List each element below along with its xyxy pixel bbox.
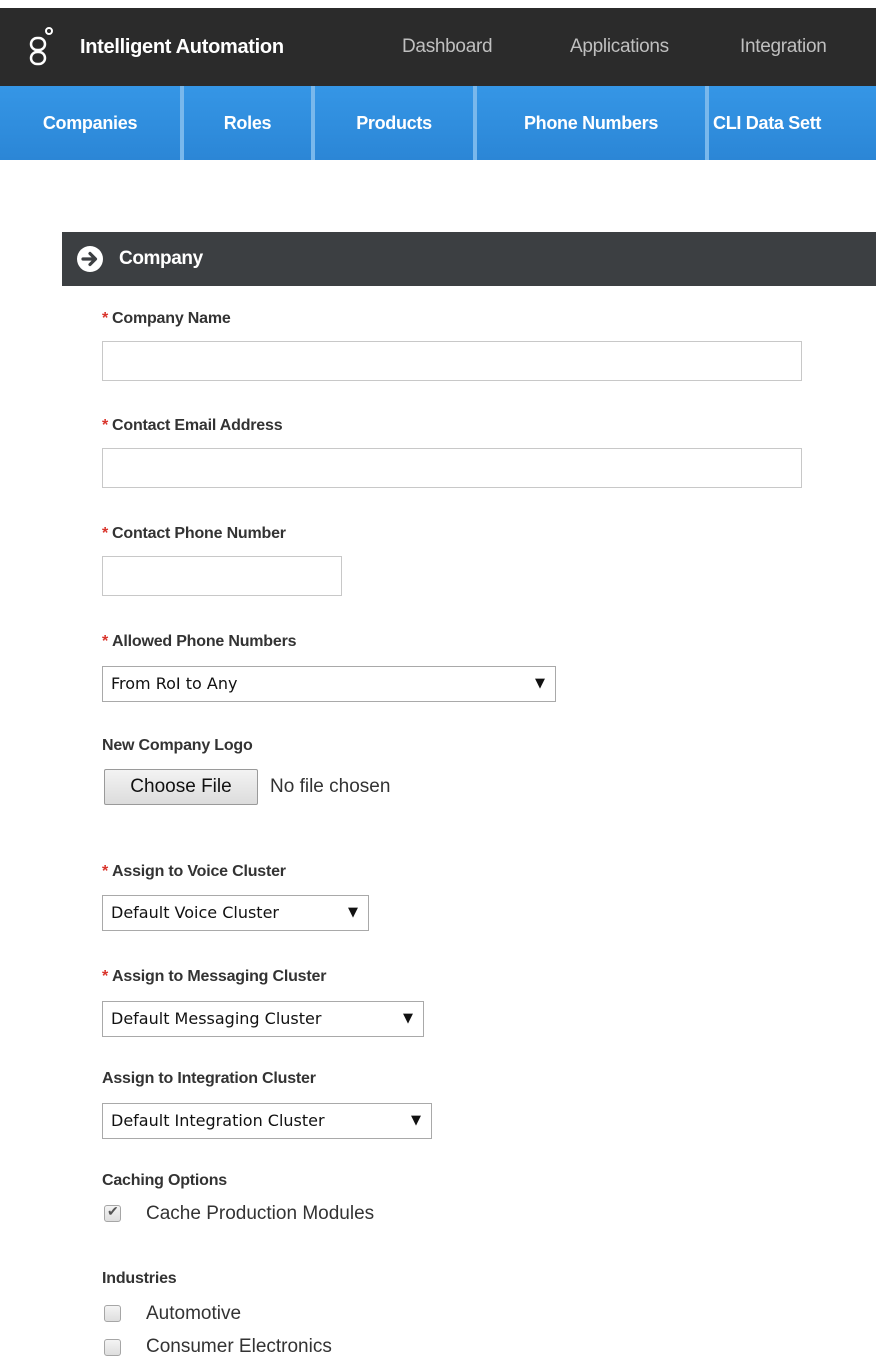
- dropdown-arrow-icon: ▼: [348, 905, 358, 920]
- subnav-divider: [705, 86, 709, 160]
- industries-label: Industries: [102, 1270, 177, 1287]
- nav-applications[interactable]: Applications: [570, 8, 669, 86]
- sub-navbar: Companies Roles Products Phone Numbers C…: [0, 86, 876, 160]
- required-marker: *: [102, 310, 109, 327]
- messaging-cluster-value: Default Messaging Cluster: [111, 1009, 322, 1028]
- required-marker: *: [102, 525, 109, 542]
- dropdown-arrow-icon: ▼: [535, 676, 545, 691]
- subnav-phone-numbers[interactable]: Phone Numbers: [477, 86, 705, 160]
- contact-phone-input[interactable]: [102, 556, 342, 596]
- file-status-text: No file chosen: [270, 776, 391, 797]
- dropdown-arrow-icon: ▼: [403, 1011, 413, 1026]
- industry-automotive-label[interactable]: Automotive: [146, 1303, 241, 1325]
- contact-email-label: * Contact Email Address: [102, 417, 283, 434]
- subnav-companies[interactable]: Companies: [0, 86, 180, 160]
- subnav-cli-data-settings[interactable]: CLI Data Sett: [713, 86, 821, 160]
- industry-automotive-checkbox[interactable]: [104, 1305, 121, 1322]
- subnav-products[interactable]: Products: [315, 86, 473, 160]
- allowed-phone-numbers-label: * Allowed Phone Numbers: [102, 633, 297, 650]
- arrow-circle-right-icon: [77, 246, 103, 272]
- company-logo-label: New Company Logo: [102, 737, 253, 754]
- contact-phone-label: * Contact Phone Number: [102, 525, 286, 542]
- dropdown-arrow-icon: ▼: [411, 1113, 421, 1128]
- company-name-input[interactable]: [102, 341, 802, 381]
- caching-options-label: Caching Options: [102, 1172, 228, 1189]
- integration-cluster-label: Assign to Integration Cluster: [102, 1070, 316, 1087]
- nav-integration[interactable]: Integration: [740, 8, 827, 86]
- panel-title: Company: [119, 248, 203, 269]
- industry-consumer-electronics-label[interactable]: Consumer Electronics: [146, 1336, 332, 1358]
- required-marker: *: [102, 863, 109, 880]
- messaging-cluster-select[interactable]: Default Messaging Cluster ▼: [102, 1001, 424, 1037]
- integration-cluster-value: Default Integration Cluster: [111, 1111, 325, 1130]
- nav-dashboard[interactable]: Dashboard: [402, 8, 493, 86]
- top-navbar: Intelligent Automation Dashboard Applica…: [0, 8, 876, 86]
- voice-cluster-value: Default Voice Cluster: [111, 903, 279, 922]
- genesys-logo-icon: [29, 27, 53, 66]
- subnav-roles[interactable]: Roles: [184, 86, 311, 160]
- contact-email-input[interactable]: [102, 448, 802, 488]
- allowed-phone-numbers-select[interactable]: From RoI to Any ▼: [102, 666, 556, 702]
- choose-file-button[interactable]: Choose File: [104, 769, 258, 805]
- company-panel-header: Company: [62, 232, 876, 286]
- messaging-cluster-label: * Assign to Messaging Cluster: [102, 968, 327, 985]
- required-marker: *: [102, 633, 109, 650]
- company-name-label: * Company Name: [102, 310, 231, 327]
- cache-production-checkbox[interactable]: ✔: [104, 1203, 121, 1222]
- integration-cluster-select[interactable]: Default Integration Cluster ▼: [102, 1103, 432, 1139]
- industry-consumer-electronics-checkbox[interactable]: [104, 1339, 121, 1356]
- cache-production-label[interactable]: Cache Production Modules: [146, 1203, 374, 1225]
- required-marker: *: [102, 417, 109, 434]
- checkmark-icon: ✔: [107, 1203, 119, 1219]
- app-title[interactable]: Intelligent Automation: [80, 8, 284, 86]
- voice-cluster-label: * Assign to Voice Cluster: [102, 863, 286, 880]
- top-strip: [0, 0, 876, 8]
- allowed-phone-numbers-value: From RoI to Any: [111, 674, 238, 693]
- voice-cluster-select[interactable]: Default Voice Cluster ▼: [102, 895, 369, 931]
- required-marker: *: [102, 968, 109, 985]
